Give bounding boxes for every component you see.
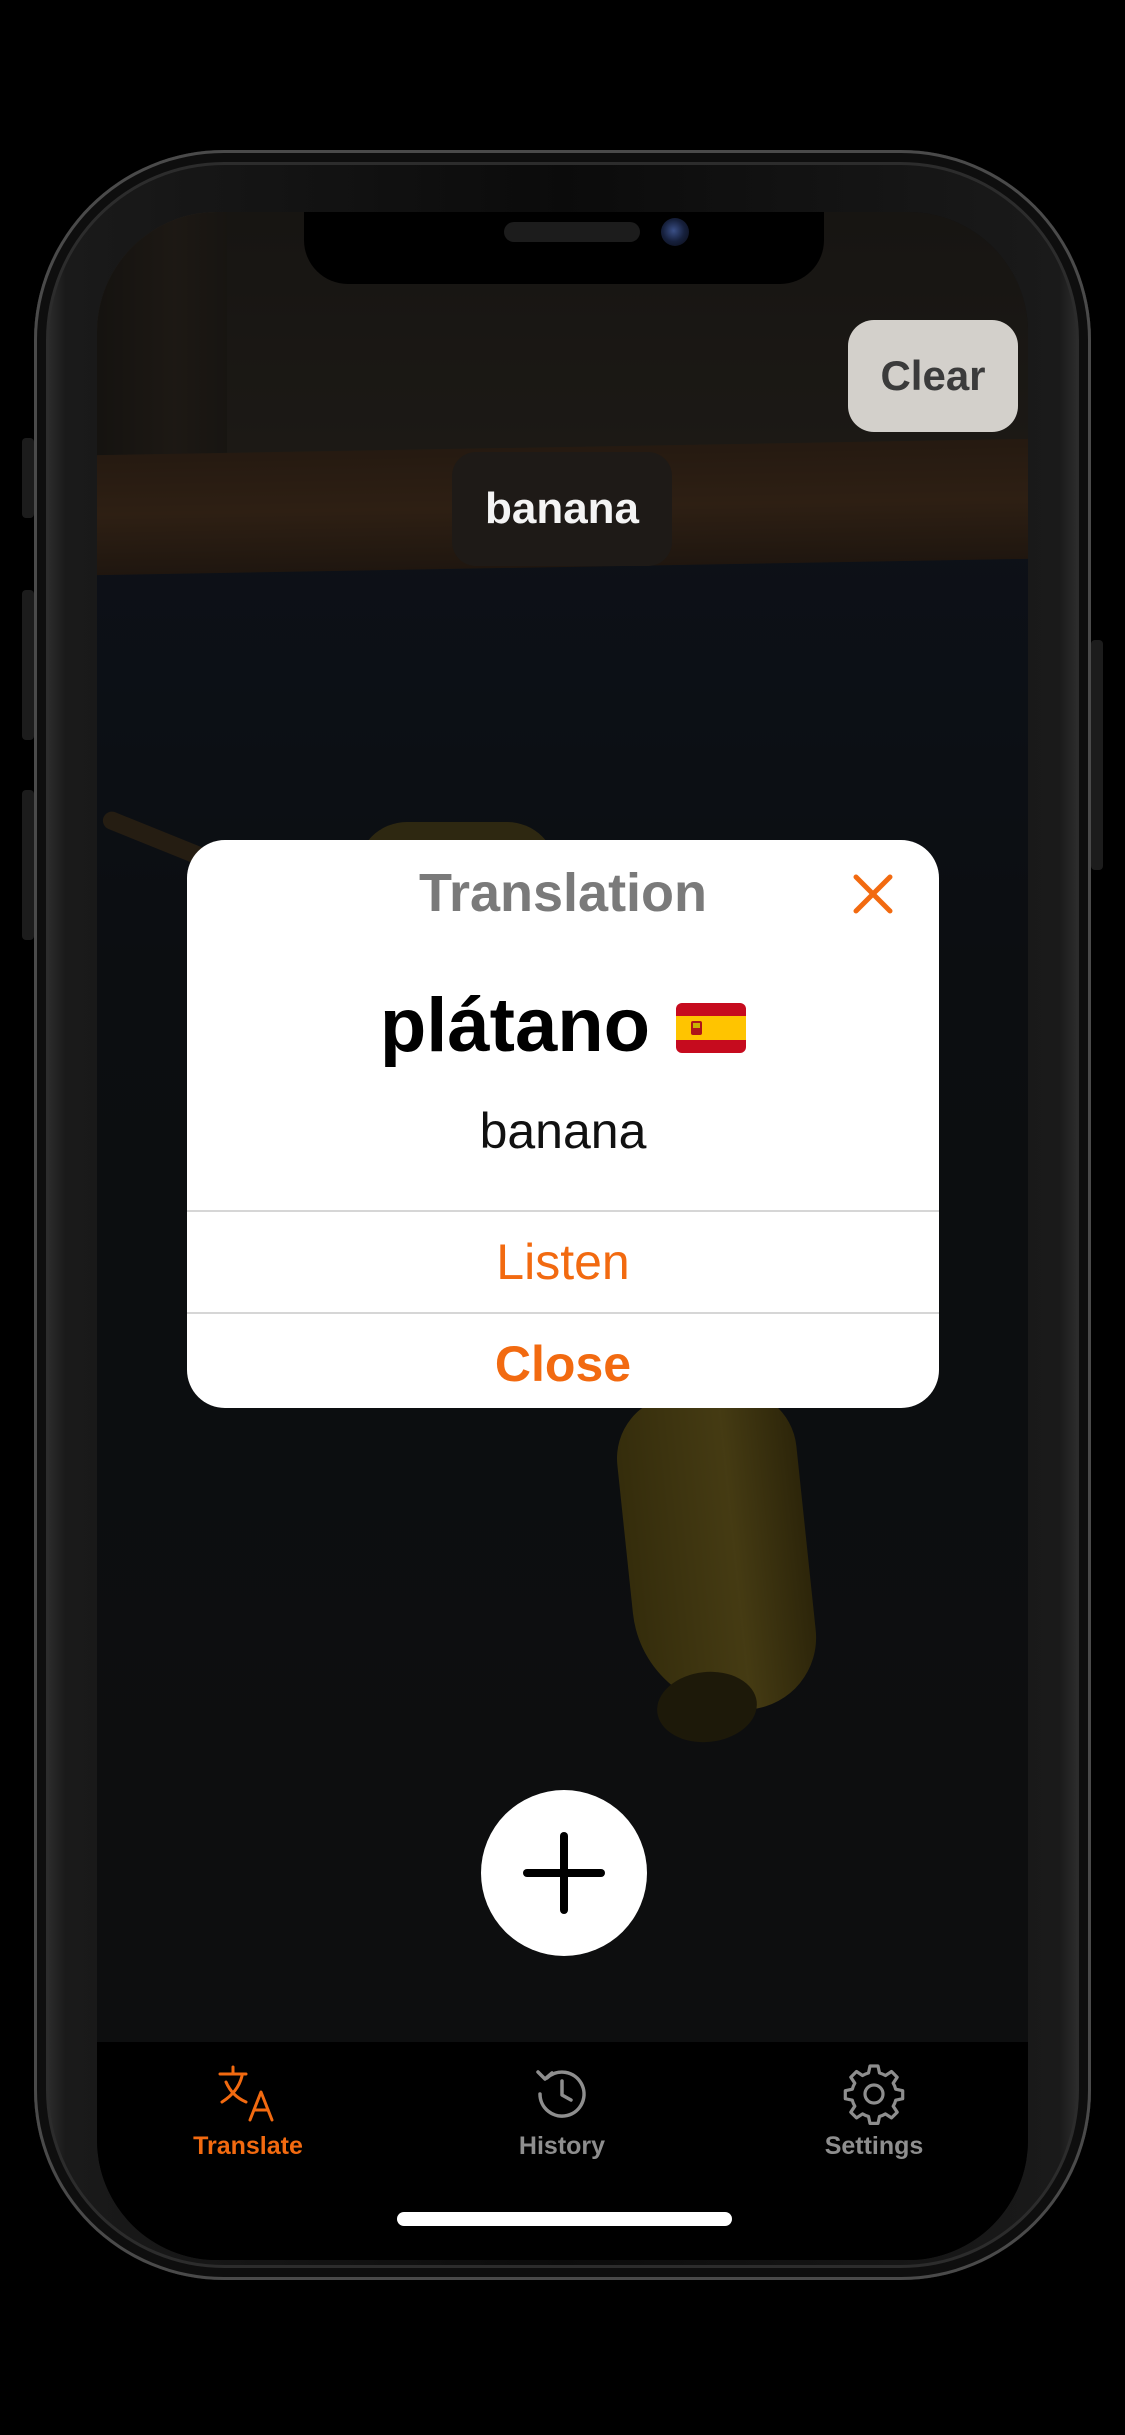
close-x-icon[interactable] <box>849 870 897 918</box>
tab-label: Translate <box>193 2132 303 2160</box>
power-button <box>1091 640 1103 870</box>
tab-translate[interactable]: Translate <box>148 2062 348 2172</box>
detected-object-label[interactable]: banana <box>452 452 672 566</box>
mute-switch <box>22 438 34 518</box>
plus-icon <box>523 1832 605 1914</box>
tab-settings[interactable]: Settings <box>774 2062 974 2172</box>
spain-flag-icon <box>676 1002 747 1053</box>
clear-button[interactable]: Clear <box>848 320 1018 432</box>
tab-bar: Translate History Settings <box>97 2042 1028 2260</box>
speaker-grille <box>504 222 640 242</box>
tab-label: Settings <box>824 2132 924 2160</box>
volume-up-button <box>22 590 34 740</box>
history-icon <box>536 2070 586 2118</box>
notch <box>304 212 824 284</box>
translated-word-row: plátano <box>187 982 939 1069</box>
translate-icon <box>218 2065 274 2122</box>
close-button[interactable]: Close <box>187 1314 939 1408</box>
front-camera <box>661 218 689 246</box>
translation-dialog: Translation plátano banana Listen Close <box>187 840 939 1408</box>
add-button[interactable] <box>481 1790 647 1956</box>
home-indicator[interactable] <box>397 2212 732 2226</box>
translated-word: plátano <box>379 983 651 1068</box>
listen-button[interactable]: Listen <box>187 1212 939 1312</box>
gear-icon <box>843 2064 905 2125</box>
volume-down-button <box>22 790 34 940</box>
dialog-title: Translation <box>418 863 708 923</box>
phone-screen: Clear banana Translation plátano banana … <box>97 212 1028 2260</box>
tab-label: History <box>518 2132 606 2160</box>
tab-history[interactable]: History <box>462 2062 662 2172</box>
source-word: banana <box>479 1103 647 1159</box>
